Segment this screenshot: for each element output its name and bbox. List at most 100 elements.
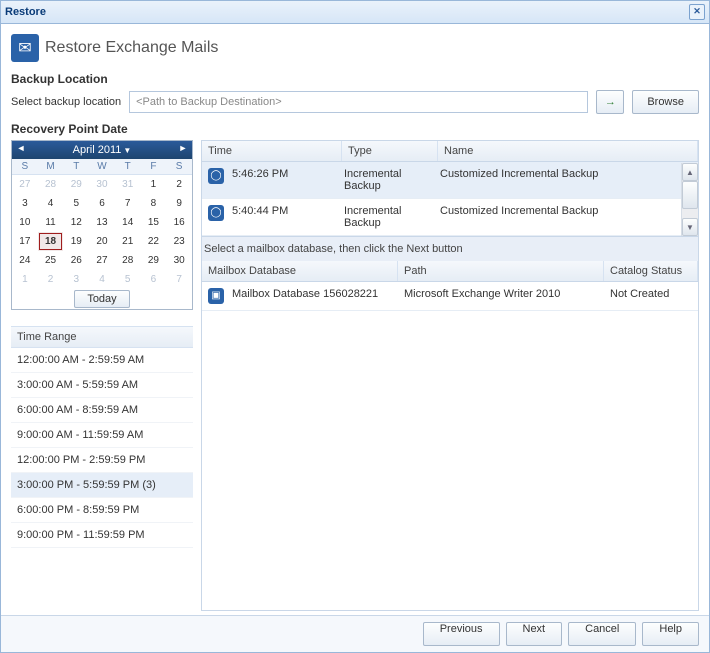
calendar-day[interactable]: 20	[89, 232, 115, 251]
calendar-day[interactable]: 7	[166, 270, 192, 289]
time-range-item[interactable]: 3:00:00 AM - 5:59:59 AM	[11, 373, 193, 398]
help-button[interactable]: Help	[642, 622, 699, 646]
cell-time: 5:40:44 PM	[232, 205, 344, 217]
recovery-point-row[interactable]: ◯5:40:44 PMIncremental BackupCustomized …	[202, 199, 698, 236]
col-path[interactable]: Path	[398, 261, 604, 281]
calendar-dow: M	[38, 159, 64, 175]
calendar-day[interactable]: 19	[63, 232, 89, 251]
calendar-day[interactable]: 27	[89, 251, 115, 270]
calendar-dow: F	[141, 159, 167, 175]
calendar-day[interactable]: 9	[166, 194, 192, 213]
cell-path: Microsoft Exchange Writer 2010	[404, 288, 610, 300]
calendar-day[interactable]: 15	[141, 213, 167, 232]
calendar-day[interactable]: 29	[63, 175, 89, 194]
calendar-day[interactable]: 5	[63, 194, 89, 213]
calendar-day[interactable]: 25	[38, 251, 64, 270]
calendar-day[interactable]: 4	[38, 194, 64, 213]
calendar-day[interactable]: 21	[115, 232, 141, 251]
calendar-day[interactable]: 11	[38, 213, 64, 232]
calendar-day[interactable]: 18	[38, 232, 64, 251]
calendar-day[interactable]: 30	[89, 175, 115, 194]
calendar-day[interactable]: 4	[89, 270, 115, 289]
calendar-day[interactable]: 2	[38, 270, 64, 289]
previous-button[interactable]: Previous	[423, 622, 500, 646]
dialog-body: ✉ Restore Exchange Mails Backup Location…	[1, 24, 709, 615]
calendar-day[interactable]: 14	[115, 213, 141, 232]
calendar-day[interactable]: 28	[38, 175, 64, 194]
cell-mailbox-db: Mailbox Database 156028221	[232, 288, 404, 300]
time-range-item[interactable]: 12:00:00 AM - 2:59:59 AM	[11, 348, 193, 373]
recovery-point-icon: ◯	[208, 168, 224, 184]
mailbox-db-row[interactable]: ▣ Mailbox Database 156028221Microsoft Exc…	[202, 282, 698, 311]
calendar-day[interactable]: 26	[63, 251, 89, 270]
cell-type: Incremental Backup	[344, 205, 440, 229]
calendar-day[interactable]: 1	[141, 175, 167, 194]
calendar-day[interactable]: 22	[141, 232, 167, 251]
calendar-day[interactable]: 23	[166, 232, 192, 251]
cell-name: Customized Incremental Backup	[440, 205, 692, 217]
calendar-dow: W	[89, 159, 115, 175]
browse-button[interactable]: Browse	[632, 90, 699, 114]
col-catalog-status[interactable]: Catalog Status	[604, 261, 698, 281]
scroll-up-icon[interactable]: ▲	[682, 163, 698, 181]
today-button[interactable]: Today	[74, 290, 129, 308]
calendar-header: ◄ April 2011 ▼ ►	[12, 141, 192, 159]
calendar-day[interactable]: 1	[12, 270, 38, 289]
cell-name: Customized Incremental Backup	[440, 168, 692, 180]
time-range-item[interactable]: 9:00:00 PM - 11:59:59 PM	[11, 523, 193, 548]
calendar-day[interactable]: 30	[166, 251, 192, 270]
close-icon[interactable]: ✕	[689, 4, 705, 20]
calendar-day[interactable]: 3	[12, 194, 38, 213]
time-range-item[interactable]: 3:00:00 PM - 5:59:59 PM (3)	[11, 473, 193, 498]
calendar-day[interactable]: 7	[115, 194, 141, 213]
vertical-scrollbar[interactable]: ▲ ▼	[681, 163, 698, 236]
cancel-button[interactable]: Cancel	[568, 622, 636, 646]
calendar-day[interactable]: 10	[12, 213, 38, 232]
backup-location-heading: Backup Location	[11, 72, 699, 86]
calendar-day[interactable]: 5	[115, 270, 141, 289]
calendar-dow: T	[115, 159, 141, 175]
calendar-day[interactable]: 6	[141, 270, 167, 289]
restore-window: Restore ✕ ✉ Restore Exchange Mails Backu…	[0, 0, 710, 653]
calendar-next-icon[interactable]: ►	[177, 143, 189, 153]
next-button[interactable]: Next	[506, 622, 563, 646]
col-name[interactable]: Name	[438, 141, 698, 161]
calendar-month-label[interactable]: April 2011	[73, 144, 122, 156]
calendar-prev-icon[interactable]: ◄	[15, 143, 27, 153]
calendar-day[interactable]: 8	[141, 194, 167, 213]
left-panel: ◄ April 2011 ▼ ► SMTWTFS 272829303112345…	[11, 140, 193, 611]
calendar-day[interactable]: 31	[115, 175, 141, 194]
page-header: ✉ Restore Exchange Mails	[11, 34, 699, 62]
recovery-points-header: Time Type Name	[202, 141, 698, 162]
calendar-day[interactable]: 29	[141, 251, 167, 270]
recovery-point-row[interactable]: ◯5:46:26 PMIncremental BackupCustomized …	[202, 162, 698, 199]
time-range-item[interactable]: 6:00:00 AM - 8:59:59 AM	[11, 398, 193, 423]
calendar-day[interactable]: 17	[12, 232, 38, 251]
calendar-day[interactable]: 2	[166, 175, 192, 194]
col-time[interactable]: Time	[202, 141, 342, 161]
button-bar: Previous Next Cancel Help	[1, 615, 709, 652]
scroll-thumb[interactable]	[682, 181, 698, 209]
calendar-dow: T	[63, 159, 89, 175]
mailbox-db-header: Mailbox Database Path Catalog Status	[202, 261, 698, 282]
page-title: Restore Exchange Mails	[45, 39, 218, 57]
backup-path-input[interactable]	[129, 91, 588, 113]
backup-location-row: Select backup location → Browse	[11, 90, 699, 114]
database-icon: ▣	[208, 288, 224, 304]
col-mailbox-db[interactable]: Mailbox Database	[202, 261, 398, 281]
calendar-day[interactable]: 12	[63, 213, 89, 232]
time-range-item[interactable]: 12:00:00 PM - 2:59:59 PM	[11, 448, 193, 473]
scroll-down-icon[interactable]: ▼	[682, 218, 698, 236]
go-button[interactable]: →	[596, 90, 624, 114]
calendar-day[interactable]: 24	[12, 251, 38, 270]
calendar-day[interactable]: 6	[89, 194, 115, 213]
col-type[interactable]: Type	[342, 141, 438, 161]
calendar-day[interactable]: 13	[89, 213, 115, 232]
calendar-day[interactable]: 16	[166, 213, 192, 232]
time-range-item[interactable]: 9:00:00 AM - 11:59:59 AM	[11, 423, 193, 448]
recovery-point-heading: Recovery Point Date	[11, 122, 699, 136]
calendar-day[interactable]: 3	[63, 270, 89, 289]
time-range-item[interactable]: 6:00:00 PM - 8:59:59 PM	[11, 498, 193, 523]
calendar-day[interactable]: 27	[12, 175, 38, 194]
calendar-day[interactable]: 28	[115, 251, 141, 270]
